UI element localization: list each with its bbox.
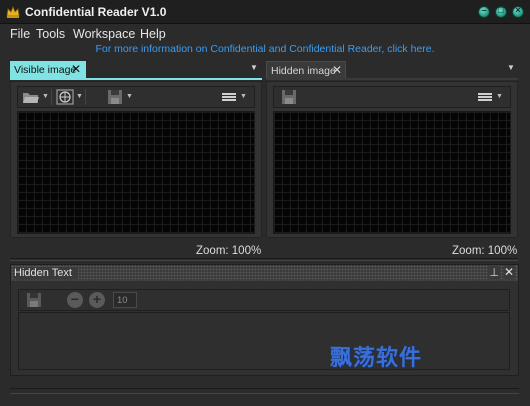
- menu-workspace[interactable]: Workspace: [73, 27, 135, 41]
- toolbar-separator: [85, 89, 86, 105]
- pin-icon[interactable]: ⊥: [488, 266, 500, 279]
- menu-file[interactable]: File: [10, 27, 30, 41]
- tab-hidden-close-icon[interactable]: ✕: [332, 63, 342, 77]
- hidden-text-toolbar: − + 10: [18, 289, 510, 311]
- save-dropdown-icon[interactable]: ▼: [126, 93, 133, 100]
- tab-visible-image[interactable]: Visible image ✕: [10, 61, 86, 79]
- window-title: Confidential Reader V1.0: [25, 5, 167, 19]
- minimize-button[interactable]: –: [478, 5, 490, 18]
- visible-zoom-label: Zoom: 100%: [196, 245, 262, 257]
- hidden-text-area[interactable]: [18, 312, 510, 370]
- title-bar: Confidential Reader V1.0 – □ ×: [0, 0, 530, 24]
- hidden-text-title: Hidden Text: [14, 267, 78, 279]
- tab-hidden-underline: [266, 78, 518, 80]
- menu-icon[interactable]: [476, 89, 494, 105]
- hidden-text-dock: Hidden Text ⊥ ✕ − + 10: [10, 264, 519, 376]
- menu-tools[interactable]: Tools: [36, 27, 65, 41]
- tab-visible-dropdown-icon[interactable]: ▼: [250, 63, 258, 72]
- minus-icon[interactable]: −: [67, 292, 83, 308]
- save-icon[interactable]: [25, 292, 43, 308]
- menu-dropdown-icon[interactable]: ▼: [240, 93, 247, 100]
- hidden-zoom-label: Zoom: 100%: [452, 245, 518, 257]
- visible-image-toolbar: ▼ ▼ ▼ ▼: [17, 86, 255, 108]
- hidden-image-canvas[interactable]: [273, 111, 511, 234]
- close-button[interactable]: ×: [512, 5, 524, 18]
- visible-zoom-bar: Zoom: 100%: [10, 243, 262, 259]
- save-icon[interactable]: [280, 89, 298, 105]
- tab-hidden-image[interactable]: Hidden image ✕: [266, 61, 346, 79]
- toolbar-separator: [51, 89, 52, 105]
- hidden-text-header[interactable]: Hidden Text ⊥ ✕: [11, 265, 518, 281]
- hidden-image-panel: ▼: [266, 81, 518, 238]
- tab-hidden-dropdown-icon[interactable]: ▼: [507, 63, 515, 72]
- watermark-text: 飘荡软件: [330, 345, 423, 371]
- open-folder-icon[interactable]: [22, 89, 40, 105]
- globe-icon[interactable]: [56, 89, 74, 105]
- maximize-button[interactable]: □: [495, 5, 507, 18]
- visible-image-canvas[interactable]: [17, 111, 255, 234]
- menu-dropdown-icon[interactable]: ▼: [496, 93, 503, 100]
- tab-visible-underline: [10, 78, 262, 80]
- hidden-image-toolbar: ▼: [273, 86, 511, 108]
- visible-image-panel: ▼ ▼ ▼ ▼: [10, 81, 262, 238]
- font-size-field[interactable]: 10: [113, 292, 137, 308]
- menu-bar: File Tools Workspace Help: [0, 25, 530, 43]
- tab-hidden-image-label: Hidden image: [271, 65, 336, 77]
- panel-splitter[interactable]: [10, 258, 518, 261]
- open-dropdown-icon[interactable]: ▼: [42, 93, 49, 100]
- status-bar-line: [10, 388, 519, 394]
- crown-app-icon: [6, 5, 20, 18]
- hidden-zoom-bar: Zoom: 100%: [266, 243, 518, 259]
- globe-dropdown-icon[interactable]: ▼: [76, 93, 83, 100]
- dock-close-icon[interactable]: ✕: [503, 265, 514, 279]
- menu-help[interactable]: Help: [140, 27, 166, 41]
- info-link[interactable]: For more information on Confidential and…: [0, 43, 530, 55]
- save-icon[interactable]: [106, 89, 124, 105]
- menu-icon[interactable]: [220, 89, 238, 105]
- plus-icon[interactable]: +: [89, 292, 105, 308]
- status-bar: [0, 384, 530, 406]
- tab-visible-close-icon[interactable]: ✕: [71, 62, 81, 76]
- tab-visible-image-label: Visible image: [14, 64, 77, 76]
